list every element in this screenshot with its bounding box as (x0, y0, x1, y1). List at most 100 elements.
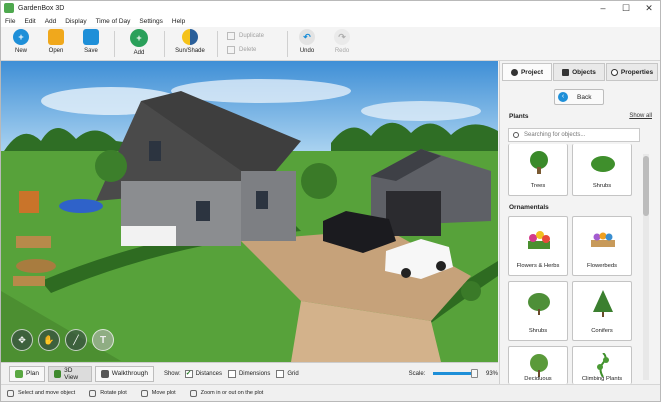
close-button[interactable]: ✕ (638, 1, 660, 15)
app-window: GardenBox 3D – ☐ ✕ File Edit Add Display… (0, 0, 661, 402)
category-card-climbing-plants[interactable]: Climbing Plants (572, 346, 632, 384)
menu-time-of-day[interactable]: Time of Day (96, 18, 131, 25)
ruler-icon: ╱ (73, 334, 79, 345)
grid-checkbox[interactable]: Grid (276, 369, 299, 378)
walkthrough-icon (100, 369, 109, 378)
open-label: Open (48, 48, 64, 54)
add-button[interactable]: + Add (119, 29, 159, 56)
menu-add[interactable]: Add (45, 18, 57, 25)
menu-file[interactable]: File (5, 18, 15, 25)
category-label: Climbing Plants (581, 376, 623, 382)
status-bar: Select and move object Rotate plot Move … (1, 384, 660, 401)
distances-checkbox[interactable]: ✓ Distances (184, 369, 222, 378)
undo-label: Undo (299, 48, 315, 54)
category-card-deciduous[interactable]: Deciduous (508, 346, 568, 384)
mouse-wheel-icon (189, 389, 197, 397)
panel-scrollbar[interactable] (643, 154, 649, 380)
status-move: Move plot (140, 389, 176, 397)
toolbar-divider (114, 31, 115, 57)
tab-walkthrough-label: Walkthrough (111, 370, 148, 377)
redo-icon: ↷ (334, 29, 350, 45)
tab-plan[interactable]: Plan (9, 365, 46, 382)
toolbar-divider (164, 31, 165, 57)
duplicate-button[interactable]: Duplicate (227, 32, 264, 40)
category-label: Shrubs (592, 183, 612, 189)
right-panel: Project Objects Properties ‹ Back Plants… (499, 61, 660, 384)
flowers-icon (528, 231, 550, 249)
tab-plan-label: Plan (26, 370, 40, 377)
window-title: GardenBox 3D (18, 4, 65, 12)
dimensions-checkbox[interactable]: Dimensions (227, 369, 270, 378)
save-icon (83, 29, 99, 45)
menu-display[interactable]: Display (65, 18, 86, 25)
status-select: Select and move object (7, 389, 75, 397)
panel-tabs: Project Objects Properties (502, 63, 659, 81)
search-placeholder: Searching for objects... (524, 132, 586, 138)
select-icon: ✥ (18, 334, 26, 345)
mouse-left-icon (7, 389, 14, 397)
tab-properties-label: Properties (620, 68, 654, 76)
status-zoom-text: Zoom in or out on the plot (200, 390, 264, 396)
grid-check-box (276, 369, 285, 378)
undo-icon: ↶ (299, 29, 315, 45)
category-label: Shrubs (528, 328, 548, 334)
tab-3d-view[interactable]: 3D View (48, 365, 92, 382)
3d-viewport[interactable]: ✥ ✋ ╱ T (1, 61, 498, 362)
tab-properties[interactable]: Properties (606, 63, 658, 81)
category-card-shrubs-ornamental[interactable]: Shrubs (508, 281, 568, 341)
tab-walkthrough[interactable]: Walkthrough (94, 365, 154, 382)
sun-shade-button[interactable]: Sun/Shade (169, 29, 211, 54)
menu-edit[interactable]: Edit (24, 18, 35, 25)
menu-settings[interactable]: Settings (139, 18, 163, 25)
scale-slider-handle[interactable] (471, 369, 479, 378)
add-icon: + (130, 29, 148, 47)
distances-check-icon: ✓ (184, 369, 193, 378)
deciduous-tree-icon (530, 354, 548, 377)
search-input[interactable]: Searching for objects... (508, 128, 640, 142)
status-rotate-text: Rotate plot (100, 390, 127, 396)
category-card-shrubs[interactable]: Shrubs (572, 144, 632, 196)
redo-label: Redo (334, 48, 350, 54)
distances-label: Distances (195, 370, 222, 377)
garden-scene (1, 61, 498, 362)
3d-view-icon (54, 369, 62, 378)
category-label: Deciduous (524, 376, 552, 382)
folder-icon (48, 29, 64, 45)
new-icon: + (13, 29, 29, 45)
show-all-link[interactable]: Show all (629, 113, 652, 119)
scale-slider[interactable] (433, 369, 479, 378)
mouse-right-icon (89, 389, 97, 397)
back-button[interactable]: ‹ Back (554, 89, 604, 105)
maximize-button[interactable]: ☐ (615, 1, 637, 15)
save-button[interactable]: Save (71, 29, 111, 54)
app-logo-icon (4, 3, 14, 13)
new-button[interactable]: + New (1, 29, 41, 54)
panel-scrollbar-thumb[interactable] (643, 156, 649, 216)
text-tool-button[interactable]: T (92, 329, 114, 351)
delete-button[interactable]: Delete (227, 46, 256, 54)
category-label: Flowerbeds (587, 263, 617, 269)
plan-icon (15, 369, 23, 378)
dimensions-check-box (227, 369, 236, 378)
select-mode-button[interactable]: ✥ (11, 329, 33, 351)
open-button[interactable]: Open (36, 29, 76, 54)
project-icon (510, 68, 518, 76)
tab-objects[interactable]: Objects (553, 63, 605, 81)
mouse-middle-icon (140, 389, 148, 397)
tab-project[interactable]: Project (502, 63, 552, 81)
new-label: New (14, 48, 27, 54)
category-card-trees[interactable]: Trees (508, 144, 568, 196)
category-card-flowers-herbs[interactable]: Flowers & Herbs (508, 216, 568, 276)
undo-button[interactable]: ↶ Undo (287, 29, 327, 54)
menu-help[interactable]: Help (172, 18, 185, 25)
category-card-conifers[interactable]: Conifers (572, 281, 632, 341)
redo-button[interactable]: ↷ Redo (322, 29, 362, 54)
minimize-button[interactable]: – (592, 1, 614, 15)
scale-label: Scale: (408, 370, 426, 377)
pan-mode-button[interactable]: ✋ (38, 329, 60, 351)
measure-button[interactable]: ╱ (65, 329, 87, 351)
duplicate-icon (227, 32, 235, 40)
shrub-icon (528, 293, 550, 315)
category-card-flowerbeds[interactable]: Flowerbeds (572, 216, 632, 276)
add-label: Add (133, 50, 145, 56)
